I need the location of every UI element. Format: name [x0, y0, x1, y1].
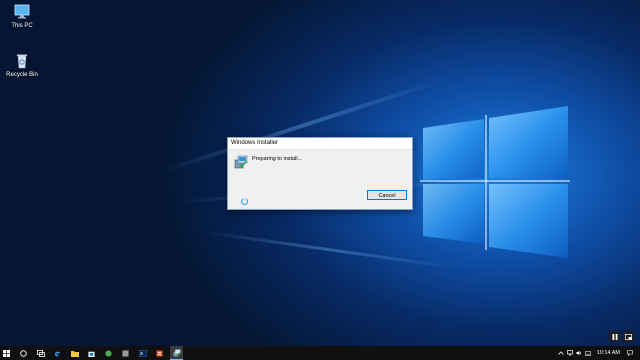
- dialog-message: Preparing to install...: [252, 156, 303, 162]
- start-button[interactable]: [0, 346, 13, 360]
- search-button[interactable]: [17, 346, 30, 360]
- store-icon: [88, 351, 95, 357]
- file-explorer-button[interactable]: [68, 346, 81, 360]
- terminal-icon: [138, 349, 147, 357]
- store-button[interactable]: [85, 346, 98, 360]
- chevron-up-icon[interactable]: [557, 350, 564, 356]
- desktop-icon-recycle-bin[interactable]: Recycle Bin: [0, 53, 44, 78]
- network-icon[interactable]: [566, 350, 573, 356]
- desktop-icon-label: Recycle Bin: [6, 72, 38, 78]
- volume-icon[interactable]: [576, 350, 582, 356]
- action-center-button[interactable]: [626, 346, 634, 360]
- task-view-button[interactable]: [34, 346, 47, 360]
- computer-icon: [13, 4, 31, 20]
- taskbar-clock[interactable]: 10:14 AM: [597, 350, 620, 356]
- folder-icon: [70, 350, 79, 357]
- recycle-bin-icon: [13, 53, 31, 69]
- cortana-circle-icon: [20, 349, 27, 357]
- notification-icon: [627, 350, 633, 356]
- edge-icon: [54, 351, 61, 356]
- system-tray: 10:14 AM: [557, 346, 640, 360]
- edge-button[interactable]: [51, 346, 64, 360]
- windows-logo-icon: [3, 349, 10, 357]
- installer-icon: [234, 155, 248, 169]
- app-gray-button[interactable]: [119, 346, 132, 360]
- dialog-title: Windows Installer: [228, 138, 412, 150]
- pause-icon[interactable]: [609, 331, 620, 342]
- picture-in-picture-icon[interactable]: [623, 331, 634, 342]
- desktop-icon-label: This PC: [11, 23, 33, 29]
- windows-installer-dialog: Windows Installer Preparing to install..…: [227, 137, 413, 210]
- keyboard-icon[interactable]: [584, 350, 591, 356]
- desktop: This PC Recycle Bin Windows Installer Pr…: [0, 0, 640, 360]
- video-overlay-controls: [609, 331, 634, 342]
- app-green-button[interactable]: [102, 346, 115, 360]
- powershell-button[interactable]: [136, 346, 149, 360]
- installer-task-button[interactable]: [170, 346, 183, 360]
- installer-icon: [173, 349, 180, 357]
- desktop-icon-this-pc[interactable]: This PC: [0, 4, 44, 29]
- taskbar: 10:14 AM: [0, 346, 640, 360]
- cancel-button[interactable]: Cancel: [367, 190, 407, 200]
- busy-cursor-icon: [241, 198, 248, 205]
- green-app-icon: [105, 349, 112, 357]
- orange-app-icon: [156, 349, 163, 357]
- dialog-body: Preparing to install... Cancel: [228, 150, 412, 209]
- task-view-icon: [36, 349, 45, 357]
- app-orange-button[interactable]: [153, 346, 166, 360]
- gray-app-icon: [122, 349, 129, 357]
